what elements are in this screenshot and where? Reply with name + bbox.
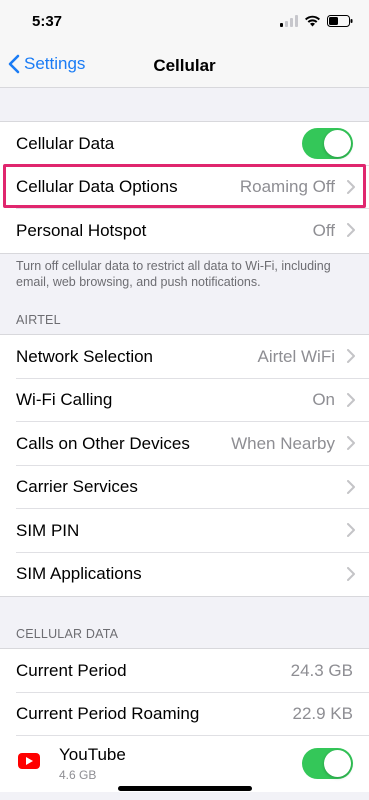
chevron-right-icon [347, 479, 355, 494]
sim-pin-row[interactable]: SIM PIN [0, 509, 369, 553]
cellular-data-row: Cellular Data [0, 122, 369, 166]
highlight-box [3, 164, 366, 208]
youtube-cellular-toggle[interactable] [302, 748, 353, 779]
network-selection-row[interactable]: Network Selection Airtel WiFi [0, 335, 369, 379]
current-period-value: 24.3 GB [290, 660, 353, 680]
wifi-calling-row[interactable]: Wi-Fi Calling On [0, 379, 369, 423]
cellular-data-label: Cellular Data [16, 133, 115, 153]
page-title: Cellular [153, 56, 216, 75]
toggle-knob [324, 750, 351, 777]
wifi-icon [305, 15, 320, 27]
youtube-icon [18, 753, 40, 769]
current-period-roaming-row: Current Period Roaming 22.9 KB [0, 693, 369, 737]
cellular-usage-group: Current Period 24.3 GB Current Period Ro… [0, 648, 369, 792]
app-row-youtube: YouTube 4.6 GB [0, 736, 369, 792]
carrier-services-label: Carrier Services [16, 477, 138, 497]
status-time: 5:37 [32, 13, 63, 30]
cellular-data-footer-note: Turn off cellular data to restrict all d… [16, 259, 331, 289]
chevron-right-icon [347, 392, 355, 407]
network-selection-value: Airtel WiFi [257, 346, 335, 366]
personal-hotspot-row[interactable]: Personal Hotspot Off [0, 209, 369, 253]
home-indicator[interactable] [118, 786, 252, 791]
carrier-settings-group: Network Selection Airtel WiFi Wi-Fi Call… [0, 334, 369, 597]
app-data-usage: 4.6 GB [59, 768, 97, 782]
calls-on-other-devices-row[interactable]: Calls on Other Devices When Nearby [0, 422, 369, 466]
carrier-services-row[interactable]: Carrier Services [0, 466, 369, 510]
chevron-right-icon [347, 223, 355, 237]
cellular-signal-icon [280, 15, 298, 27]
current-period-row: Current Period 24.3 GB [0, 649, 369, 693]
toggle-knob [324, 130, 351, 158]
network-selection-label: Network Selection [16, 346, 154, 366]
navigation-bar: Settings Cellular [0, 44, 369, 88]
personal-hotspot-value: Off [312, 220, 335, 240]
battery-icon [327, 15, 353, 27]
current-period-label: Current Period [16, 660, 127, 680]
sim-pin-label: SIM PIN [16, 520, 80, 540]
chevron-right-icon [347, 349, 355, 363]
sim-applications-label: SIM Applications [16, 564, 142, 584]
status-bar: 5:37 [0, 0, 369, 44]
current-period-roaming-value: 22.9 KB [292, 704, 354, 724]
wifi-calling-value: On [312, 390, 335, 410]
carrier-section-header: AIRTEL [16, 313, 61, 327]
status-icons [280, 15, 353, 27]
calls-on-other-devices-label: Calls on Other Devices [16, 433, 190, 453]
app-name: YouTube [59, 745, 126, 764]
calls-on-other-devices-value: When Nearby [231, 433, 335, 453]
chevron-right-icon [347, 436, 355, 450]
personal-hotspot-label: Personal Hotspot [16, 220, 147, 240]
sim-applications-row[interactable]: SIM Applications [0, 553, 369, 597]
cellular-data-toggle[interactable] [302, 128, 353, 160]
chevron-right-icon [347, 523, 355, 537]
current-period-roaming-label: Current Period Roaming [16, 704, 200, 724]
wifi-calling-label: Wi-Fi Calling [16, 390, 113, 410]
chevron-right-icon [347, 566, 355, 581]
cellular-data-section-header: CELLULAR DATA [16, 627, 119, 641]
